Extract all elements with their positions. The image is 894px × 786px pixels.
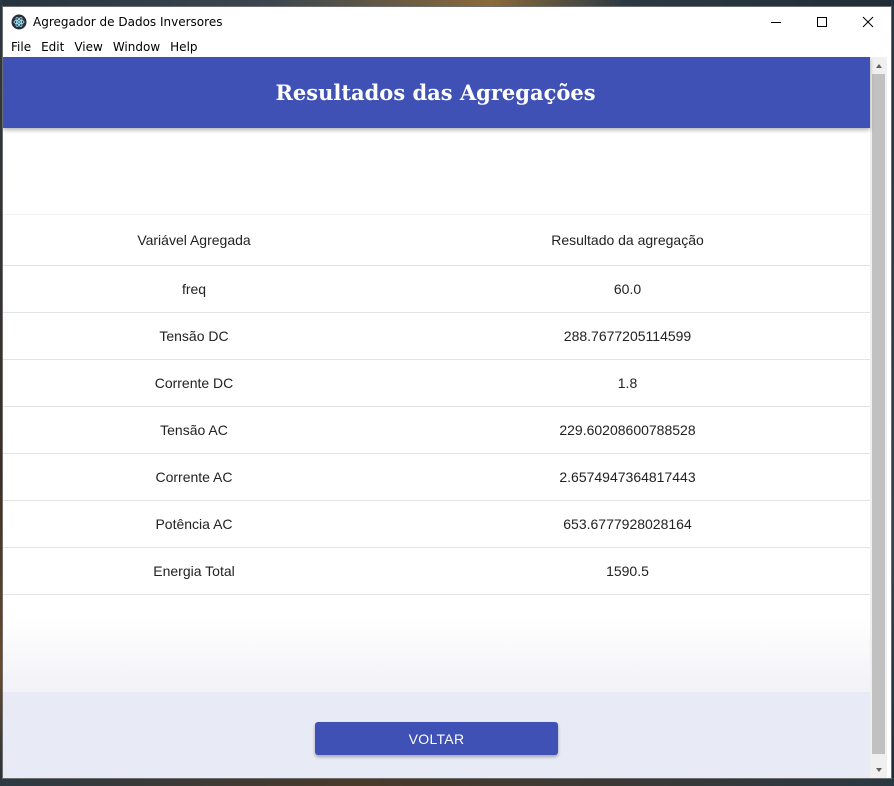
menu-view[interactable]: View <box>69 40 107 54</box>
maximize-icon <box>817 16 827 27</box>
menu-help[interactable]: Help <box>165 40 202 54</box>
results-table: Variável Agregada Resultado da agregação… <box>3 214 870 595</box>
desktop-background-top <box>0 0 894 7</box>
result-cell: 653.6777928028164 <box>563 516 692 532</box>
vertical-scrollbar[interactable] <box>870 57 887 778</box>
result-cell: 288.7677205114599 <box>563 328 692 344</box>
desktop-background-bottom <box>0 778 894 786</box>
table-row: freq 60.0 <box>3 266 870 313</box>
minimize-icon <box>771 21 781 23</box>
page-title: Resultados das Agregações <box>275 80 596 105</box>
variable-cell: Potência AC <box>155 516 233 532</box>
back-button[interactable]: VOLTAR <box>315 722 558 755</box>
close-button[interactable] <box>845 7 891 36</box>
column-header-variable: Variável Agregada <box>137 232 251 248</box>
result-cell: 1590.5 <box>606 563 649 579</box>
scroll-up-button[interactable] <box>870 57 887 74</box>
window-controls <box>753 7 891 36</box>
footer-gradient <box>3 617 870 692</box>
window-title: Agregador de Dados Inversores <box>33 14 223 29</box>
chevron-down-icon <box>875 767 882 772</box>
table-row: Potência AC 653.6777928028164 <box>3 501 870 548</box>
menu-file[interactable]: File <box>6 40 36 54</box>
electron-icon <box>11 14 27 29</box>
table-row: Tensão DC 288.7677205114599 <box>3 313 870 360</box>
variable-cell: Tensão AC <box>160 422 228 438</box>
result-cell: 1.8 <box>617 375 638 391</box>
menu-window[interactable]: Window <box>108 40 165 54</box>
chevron-up-icon <box>875 63 882 68</box>
variable-cell: freq <box>181 281 207 297</box>
table-row: Tensão AC 229.60208600788528 <box>3 407 870 454</box>
table-row: Energia Total 1590.5 <box>3 548 870 595</box>
table-row: Corrente DC 1.8 <box>3 360 870 407</box>
page-content: Resultados das Agregações Variável Agreg… <box>3 57 891 778</box>
table-row: Corrente AC 2.6574947364817443 <box>3 454 870 501</box>
variable-cell: Energia Total <box>153 563 235 579</box>
menu-edit[interactable]: Edit <box>36 40 69 54</box>
page-footer: VOLTAR <box>3 692 870 778</box>
page-header: Resultados das Agregações <box>3 57 870 128</box>
scroll-down-button[interactable] <box>870 761 887 778</box>
result-cell: 229.60208600788528 <box>559 422 696 438</box>
table-header-row: Variável Agregada Resultado da agregação <box>3 214 870 266</box>
variable-cell: Corrente DC <box>154 375 234 391</box>
result-cell: 60.0 <box>613 281 642 297</box>
maximize-button[interactable] <box>799 7 845 36</box>
close-icon <box>862 16 874 27</box>
title-bar[interactable]: Agregador de Dados Inversores <box>3 7 891 36</box>
menu-bar: File Edit View Window Help <box>3 36 891 57</box>
minimize-button[interactable] <box>753 7 799 36</box>
app-window: Agregador de Dados Inversores File Edit … <box>3 7 891 778</box>
variable-cell: Tensão DC <box>159 328 229 344</box>
variable-cell: Corrente AC <box>155 469 233 485</box>
scrollbar-thumb[interactable] <box>872 74 885 754</box>
column-header-result: Resultado da agregação <box>551 232 704 248</box>
result-cell: 2.6574947364817443 <box>559 469 696 485</box>
